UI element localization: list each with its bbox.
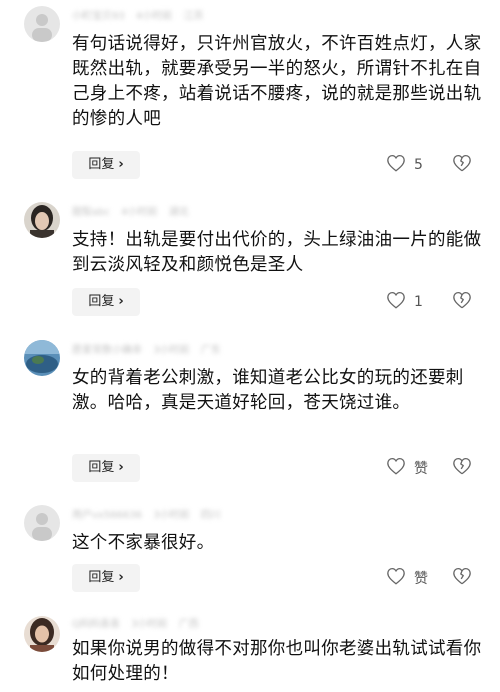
timestamp: 4小时前 [121,207,158,218]
timestamp: 3小时前 [131,619,168,630]
username[interactable]: 甜梨abc [72,207,110,218]
location: 江苏 [183,11,204,22]
chevron-right-icon: › [118,460,124,475]
username[interactable]: 小町宝贝93 [72,11,125,22]
heart-icon [386,567,406,589]
username[interactable]: Q妈妈喜喜 [72,619,120,630]
dislike-button[interactable] [452,454,472,482]
reply-label: 回复 [88,570,115,585]
comment-text: 女的背着老公刺激，谁知道老公比女的玩的还要刺激。哈哈，真是天道好轮回，苍天饶过谁… [72,368,464,413]
comment-meta: 用户vx566636 3小时前 四川 [72,509,229,523]
like-button[interactable]: 1 [386,288,423,316]
dislike-button[interactable] [452,288,472,316]
location: 广西 [178,619,199,630]
comment-meta: 小町宝贝93 4小时前 江苏 [72,10,211,24]
like-count: 赞 [414,571,428,587]
reply-button[interactable]: 回复 › [72,288,140,316]
like-count: 赞 [414,461,428,477]
location: 四川 [200,510,221,521]
timestamp: 3小时前 [153,510,190,521]
comment-meta: 甜梨abc 4小时前 湖北 [72,206,197,220]
comment-text: 有句话说得好，只许州官放火，不许百姓点灯，人家既然出轨，就要承受另一半的怒火，所… [72,34,482,129]
broken-heart-icon [452,457,472,479]
location: 湖北 [168,207,189,218]
reply-label: 回复 [88,294,115,309]
avatar[interactable] [24,505,60,541]
like-count: 5 [414,157,423,173]
heart-icon [386,154,406,176]
comment-meta: 愿爱常数小确幸 3小时前 广东 [72,344,229,358]
comment-meta: Q妈妈喜喜 3小时前 广西 [72,618,207,632]
chevron-right-icon: › [118,570,124,585]
like-count: 1 [414,294,423,310]
broken-heart-icon [452,291,472,313]
chevron-right-icon: › [118,157,124,172]
comment-text: 支持！出轨是要付出代价的，头上绿油油一片的能做到云淡风轻及和颜悦色是圣人 [72,230,482,275]
username[interactable]: 用户vx566636 [72,510,142,521]
like-button[interactable]: 赞 [386,454,428,482]
heart-icon [386,291,406,313]
timestamp: 3小时前 [153,345,190,356]
timestamp: 4小时前 [135,11,173,22]
comment-text: 如果你说男的做得不对那你也叫你老婆出轨试试看你如何处理的！ [72,639,482,684]
broken-heart-icon [452,567,472,589]
reply-button[interactable]: 回复 › [72,151,140,179]
dislike-button[interactable] [452,151,472,179]
avatar[interactable] [24,6,60,42]
location: 广东 [200,345,221,356]
username[interactable]: 愿爱常数小确幸 [72,345,142,356]
reply-button[interactable]: 回复 › [72,454,140,482]
reply-label: 回复 [88,157,115,172]
avatar[interactable] [24,616,60,652]
chevron-right-icon: › [118,294,124,309]
broken-heart-icon [452,154,472,176]
comment-feed: 小町宝贝93 4小时前 江苏 有句话说得好，只许州官放火，不许百姓点灯，人家既然… [0,0,500,692]
avatar[interactable] [24,202,60,238]
avatar[interactable] [24,340,60,376]
heart-icon [386,457,406,479]
reply-button[interactable]: 回复 › [72,564,140,592]
like-button[interactable]: 赞 [386,564,428,592]
like-button[interactable]: 5 [386,151,423,179]
comment-text: 这个不家暴很好。 [72,533,215,553]
reply-label: 回复 [88,460,115,475]
dislike-button[interactable] [452,564,472,592]
